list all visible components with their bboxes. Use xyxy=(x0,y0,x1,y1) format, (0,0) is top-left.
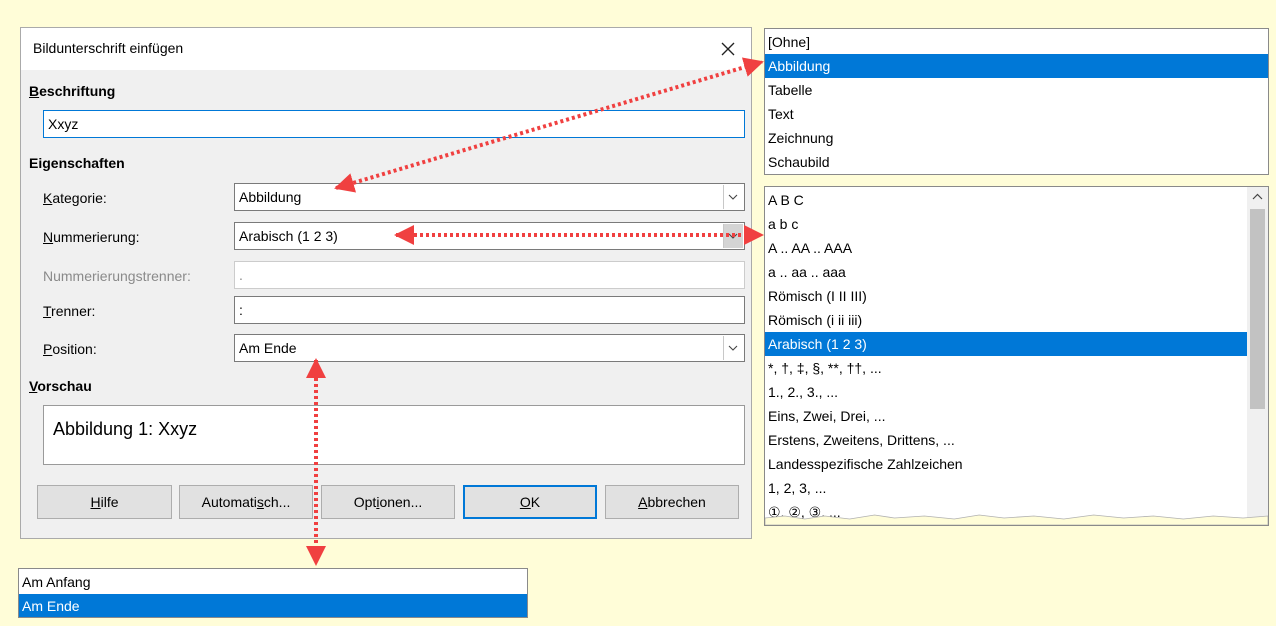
annotation-arrows xyxy=(306,57,764,566)
category-arrow xyxy=(334,57,764,193)
